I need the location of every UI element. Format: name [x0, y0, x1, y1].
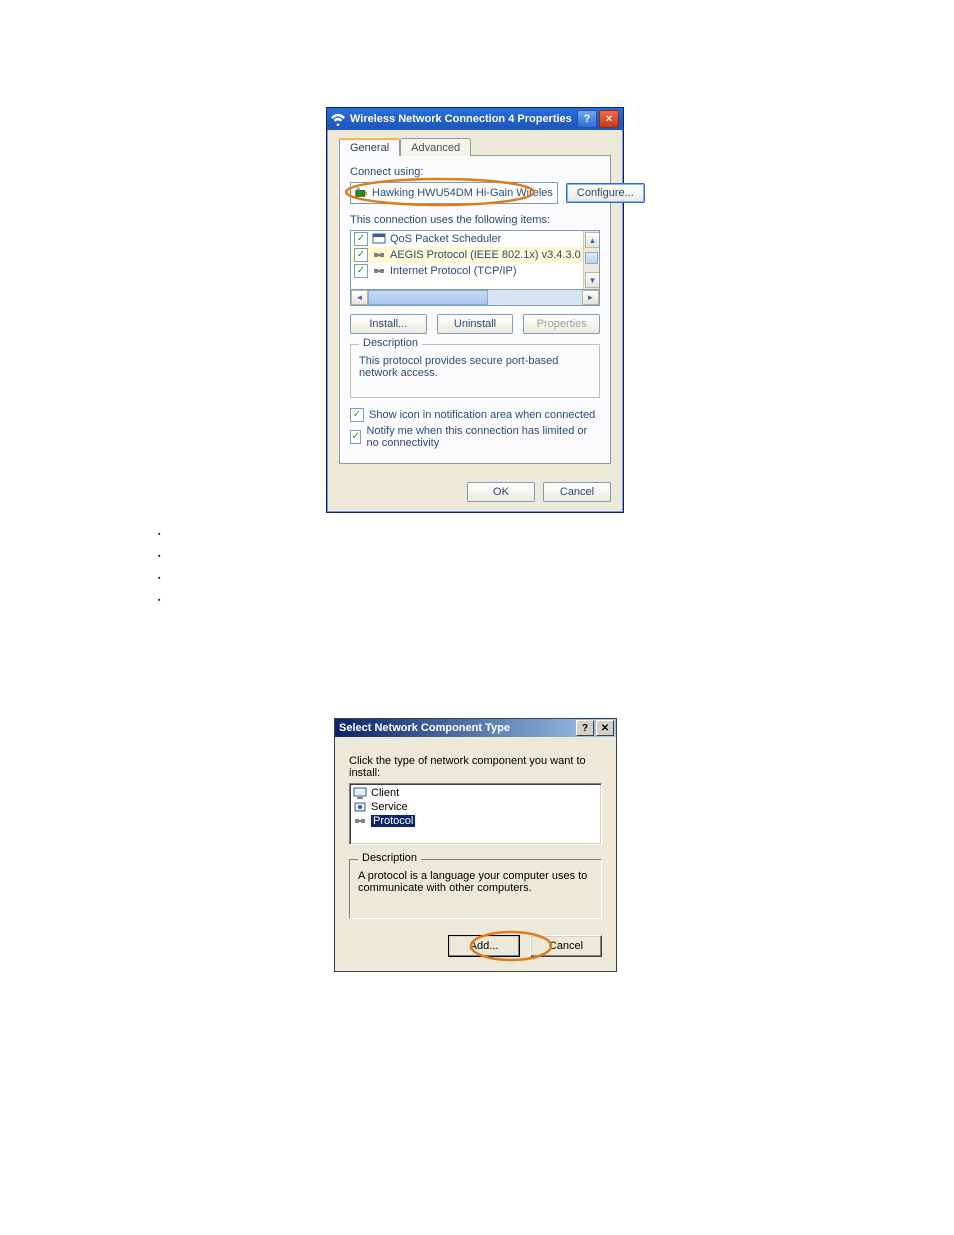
instruction-label: Click the type of network component you …: [349, 755, 602, 779]
list-item[interactable]: Client: [352, 786, 599, 800]
close-button[interactable]: ✕: [596, 720, 614, 736]
description-text: A protocol is a language your computer u…: [358, 870, 593, 894]
qos-icon: [372, 232, 386, 246]
scroll-thumb[interactable]: [368, 290, 488, 305]
notify-checkbox[interactable]: ✓ Notify me when this connection has lim…: [350, 425, 600, 449]
components-list[interactable]: ✓ QoS Packet Scheduler ✓ AEGIS Protocol …: [350, 230, 600, 290]
connect-using-label: Connect using:: [350, 166, 600, 178]
description-text: This protocol provides secure port-based…: [359, 355, 591, 379]
scrollbar-horizontal[interactable]: ◄ ►: [350, 290, 600, 306]
help-button[interactable]: ?: [577, 110, 597, 128]
list-item[interactable]: ✓ AEGIS Protocol (IEEE 802.1x) v3.4.3.0: [351, 247, 599, 263]
adapter-icon: [355, 187, 368, 199]
description-group: Description This protocol provides secur…: [350, 344, 600, 398]
list-item[interactable]: Service: [352, 800, 599, 814]
scroll-up-icon[interactable]: ▲: [585, 232, 600, 248]
tab-general[interactable]: General: [339, 138, 400, 156]
dialog-title: Select Network Component Type: [337, 722, 574, 734]
tabs: General Advanced: [339, 138, 611, 156]
description-label: Description: [359, 337, 422, 349]
checkbox-icon[interactable]: ✓: [354, 232, 368, 246]
ok-button[interactable]: OK: [467, 482, 535, 502]
add-button[interactable]: Add...: [448, 935, 520, 957]
checkbox-icon[interactable]: ✓: [350, 408, 364, 422]
component-type-list[interactable]: Client Service Protocol: [349, 783, 602, 845]
scrollbar-vertical[interactable]: ▲ ▼: [583, 231, 599, 289]
description-label: Description: [358, 852, 421, 864]
adapter-name: Hawking HWU54DM Hi-Gain Wireles: [372, 187, 553, 199]
uninstall-button[interactable]: Uninstall: [437, 314, 514, 334]
page-bullets: ▪ ▪ ▪ ▪: [158, 524, 160, 612]
protocol-icon: [372, 264, 386, 278]
list-item[interactable]: ✓ QoS Packet Scheduler: [351, 231, 599, 247]
checkbox-icon[interactable]: ✓: [354, 264, 368, 278]
list-item[interactable]: ✓ Internet Protocol (TCP/IP): [351, 263, 599, 279]
items-label: This connection uses the following items…: [350, 214, 600, 226]
client-icon: [353, 786, 367, 800]
description-group: Description A protocol is a language you…: [349, 859, 602, 919]
checkbox-icon[interactable]: ✓: [354, 248, 368, 262]
scroll-left-icon[interactable]: ◄: [351, 290, 368, 305]
tab-pane: Connect using: Hawking HWU54DM Hi-Gain W…: [339, 155, 611, 464]
show-icon-checkbox[interactable]: ✓ Show icon in notification area when co…: [350, 408, 600, 422]
list-item[interactable]: Protocol: [352, 814, 599, 828]
properties-button: Properties: [523, 314, 600, 334]
adapter-field[interactable]: Hawking HWU54DM Hi-Gain Wireles: [350, 182, 558, 204]
component-type-dialog: Select Network Component Type ? ✕ Click …: [334, 718, 617, 972]
help-button[interactable]: ?: [576, 720, 594, 736]
titlebar[interactable]: Wireless Network Connection 4 Properties…: [327, 108, 623, 130]
properties-dialog: Wireless Network Connection 4 Properties…: [326, 107, 624, 513]
scroll-thumb[interactable]: [585, 252, 598, 264]
scroll-down-icon[interactable]: ▼: [585, 272, 600, 288]
scroll-right-icon[interactable]: ►: [582, 290, 599, 305]
cancel-button[interactable]: Cancel: [530, 935, 602, 957]
dialog-title: Wireless Network Connection 4 Properties: [350, 113, 575, 125]
install-button[interactable]: Install...: [350, 314, 427, 334]
cancel-button[interactable]: Cancel: [543, 482, 611, 502]
protocol-icon: [353, 814, 367, 828]
wireless-icon: [331, 112, 345, 126]
protocol-icon: [372, 248, 386, 262]
titlebar[interactable]: Select Network Component Type ? ✕: [335, 719, 616, 737]
configure-button[interactable]: Configure...: [566, 183, 645, 203]
tab-advanced[interactable]: Advanced: [400, 138, 471, 156]
checkbox-icon[interactable]: ✓: [350, 430, 361, 444]
close-button[interactable]: ×: [599, 110, 619, 128]
service-icon: [353, 800, 367, 814]
